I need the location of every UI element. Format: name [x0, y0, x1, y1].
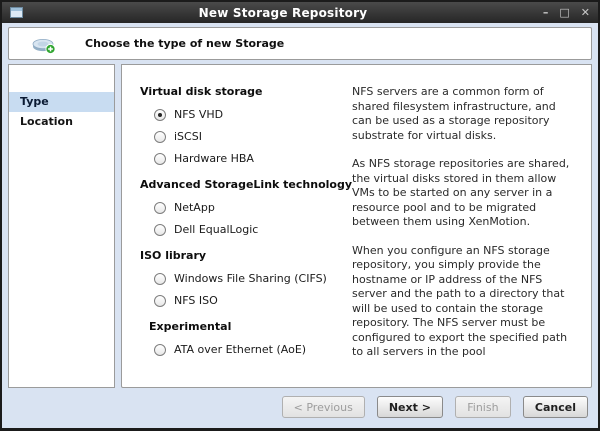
- radio-icon[interactable]: [154, 201, 166, 214]
- group-heading: Virtual disk storage: [140, 85, 263, 98]
- storage-add-icon: [31, 33, 57, 55]
- sidebar-item-label: Type: [20, 95, 49, 108]
- radio-label: NFS ISO: [174, 294, 218, 307]
- finish-button[interactable]: Finish: [454, 396, 511, 418]
- group-advanced-storagelink: Advanced StorageLink technology NetApp D…: [140, 178, 352, 236]
- group-virtual-disk-storage: Virtual disk storage NFS VHD iSCSI Hardw…: [140, 85, 352, 165]
- radio-icon[interactable]: [154, 152, 166, 165]
- dialog-body: Choose the type of new Storage Type Loca…: [2, 23, 598, 428]
- window-title: New Storage Repository: [198, 5, 368, 20]
- window-controls: – □ ✕: [543, 7, 590, 18]
- sidebar-item-type[interactable]: Type: [9, 92, 114, 112]
- radio-icon[interactable]: [154, 130, 166, 143]
- group-heading: ISO library: [140, 249, 207, 262]
- group-iso-library: ISO library Windows File Sharing (CIFS) …: [140, 249, 352, 307]
- radio-icon[interactable]: [154, 108, 166, 121]
- window-icon: [10, 7, 23, 18]
- radio-option-dell-equallogic[interactable]: Dell EqualLogic: [154, 223, 352, 236]
- description-paragraph: As NFS storage repositories are shared, …: [352, 157, 570, 228]
- sidebar-item-label: Location: [20, 115, 73, 128]
- storage-type-options: Virtual disk storage NFS VHD iSCSI Hardw…: [140, 85, 352, 387]
- wizard-content: Type Location Virtual disk storage NFS V…: [8, 64, 592, 388]
- cancel-button[interactable]: Cancel: [522, 396, 588, 418]
- page-title: Choose the type of new Storage: [85, 37, 285, 50]
- maximize-icon[interactable]: □: [559, 7, 569, 18]
- radio-icon[interactable]: [154, 343, 166, 356]
- radio-option-netapp[interactable]: NetApp: [154, 201, 352, 214]
- radio-label: Dell EqualLogic: [174, 223, 259, 236]
- wizard-footer: < Previous Next > Finish Cancel: [8, 395, 592, 428]
- group-experimental: Experimental ATA over Ethernet (AoE): [140, 320, 352, 356]
- radio-icon[interactable]: [154, 272, 166, 285]
- titlebar[interactable]: New Storage Repository – □ ✕: [2, 2, 598, 23]
- storage-type-description: NFS servers are a common form of shared …: [352, 85, 579, 387]
- radio-label: iSCSI: [174, 130, 202, 143]
- description-paragraph: When you configure an NFS storage reposi…: [352, 243, 568, 359]
- radio-label: Hardware HBA: [174, 152, 254, 165]
- minimize-icon[interactable]: –: [543, 7, 549, 18]
- radio-option-cifs[interactable]: Windows File Sharing (CIFS): [154, 272, 352, 285]
- radio-option-nfs-vhd[interactable]: NFS VHD: [154, 108, 352, 121]
- radio-option-hardware-hba[interactable]: Hardware HBA: [154, 152, 352, 165]
- radio-option-iscsi[interactable]: iSCSI: [154, 130, 352, 143]
- sidebar-item-location[interactable]: Location: [9, 112, 114, 132]
- group-heading: Experimental: [149, 320, 232, 333]
- new-storage-repository-dialog: New Storage Repository – □ ✕ Choose the …: [0, 0, 600, 431]
- storage-type-panel: Virtual disk storage NFS VHD iSCSI Hardw…: [121, 64, 592, 388]
- radio-label: NetApp: [174, 201, 215, 214]
- radio-icon[interactable]: [154, 223, 166, 236]
- radio-label: NFS VHD: [174, 108, 224, 121]
- radio-label: Windows File Sharing (CIFS): [174, 272, 327, 285]
- wizard-steps-sidebar: Type Location: [8, 64, 115, 388]
- group-heading: Advanced StorageLink technology: [140, 178, 353, 191]
- next-button[interactable]: Next >: [376, 396, 443, 418]
- description-paragraph: NFS servers are a common form of shared …: [352, 85, 556, 142]
- radio-option-nfs-iso[interactable]: NFS ISO: [154, 294, 352, 307]
- radio-label: ATA over Ethernet (AoE): [174, 343, 307, 356]
- previous-button[interactable]: < Previous: [281, 396, 365, 418]
- wizard-header: Choose the type of new Storage: [8, 27, 592, 60]
- radio-option-ata-over-ethernet[interactable]: ATA over Ethernet (AoE): [154, 343, 352, 356]
- radio-icon[interactable]: [154, 294, 166, 307]
- close-icon[interactable]: ✕: [581, 7, 590, 18]
